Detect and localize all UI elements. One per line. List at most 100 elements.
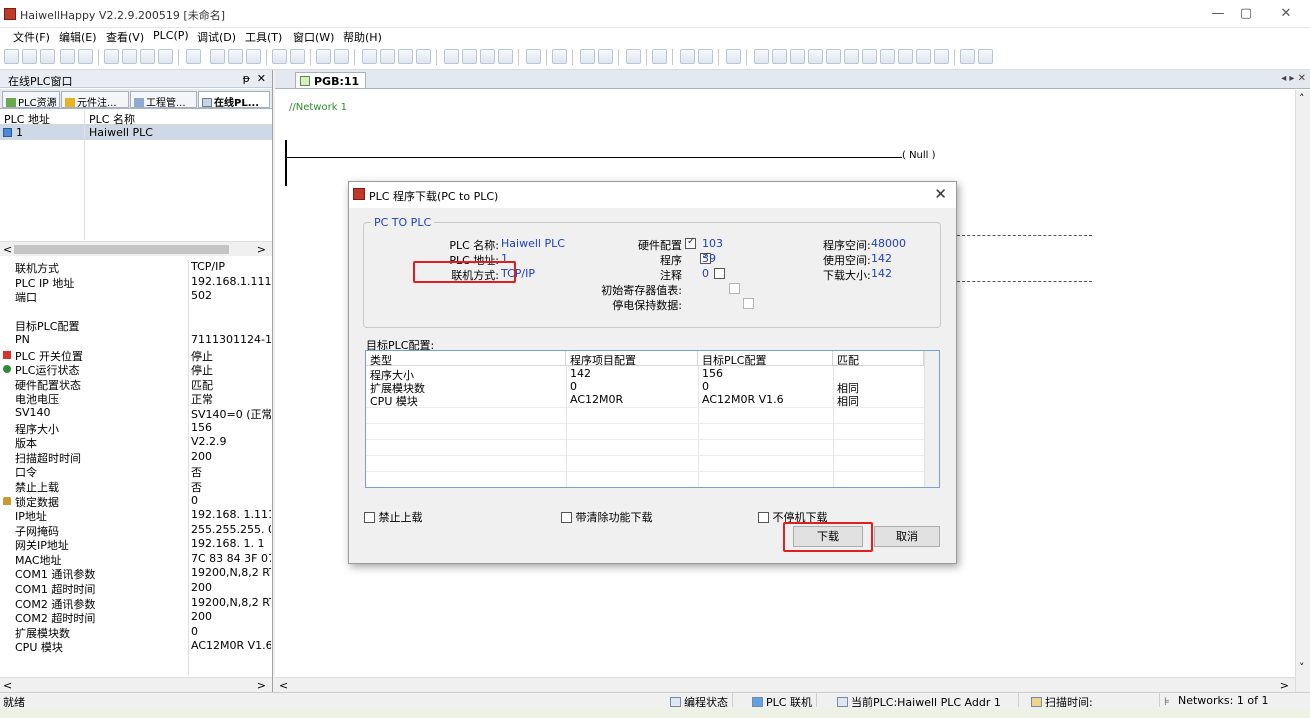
function-block-icon[interactable] [934,49,949,64]
property-row[interactable]: COM1 通讯参数 19200,N,8,2 RTU [0,566,272,581]
scroll-right-icon[interactable]: > [257,679,266,692]
find-icon[interactable] [290,49,305,64]
properties-icon[interactable] [726,49,741,64]
vertical-line-icon[interactable] [826,49,841,64]
property-row[interactable]: MAC地址 7C 83 84 3F 07 6 [0,552,272,567]
open-icon[interactable] [40,49,55,64]
dialog-close-icon[interactable]: ✕ [934,185,947,203]
delete-rung-icon[interactable] [978,49,993,64]
help-icon[interactable] [526,49,541,64]
property-row[interactable]: 端口 502 [0,289,272,304]
hw-config-checkbox[interactable] [685,236,696,249]
save-icon[interactable] [60,49,75,64]
unlock-icon[interactable] [698,49,713,64]
users-icon[interactable] [444,49,459,64]
copy-icon[interactable] [380,49,395,64]
scroll-left-icon[interactable]: < [279,679,288,692]
property-row[interactable]: 程序大小 156 [0,421,272,436]
table-vscrollbar[interactable] [924,351,939,487]
cancel-button[interactable]: 取消 [874,526,940,547]
tab-nav-arrows[interactable]: ◂ ▸ ✕ [1281,73,1306,84]
forbid-upload-option[interactable]: 禁止上载 [364,509,423,525]
horizontal-line-icon[interactable] [844,49,859,64]
comment-checkbox[interactable] [714,268,725,279]
new-icon[interactable] [4,49,19,64]
lock-icon[interactable] [680,49,695,64]
property-row[interactable]: SV140 SV140=0 (正常) [0,406,272,421]
contact-no-icon[interactable] [754,49,769,64]
init-register-checkbox[interactable] [728,283,740,294]
undo-icon[interactable] [316,49,331,64]
set-coil-icon[interactable] [880,49,895,64]
property-row[interactable]: 锁定数据 0 [0,494,272,509]
edit-icon[interactable] [272,49,287,64]
property-row[interactable]: 口令 否 [0,464,272,479]
tab-online-plc[interactable]: 在线PL... [198,91,270,108]
menu-plc[interactable]: PLC(P) [153,29,189,42]
property-row[interactable]: COM2 超时时间 200 [0,610,272,625]
menu-debug[interactable]: 调试(D) [197,29,236,45]
forbid-upload-checkbox[interactable] [364,512,375,523]
export-icon[interactable] [158,49,173,64]
grid-icon[interactable] [498,49,513,64]
tool-icon[interactable] [580,49,595,64]
col-project-config[interactable]: 程序项目配置 [566,351,698,367]
close-window-button[interactable]: ✕ [1268,3,1304,25]
property-row[interactable]: 版本 V2.2.9 [0,435,272,450]
close-icon[interactable]: ✕ [257,72,266,85]
col-type[interactable]: 类型 [366,351,566,367]
property-row[interactable]: 网关IP地址 192.168. 1. 1 [0,537,272,552]
property-row[interactable]: 禁止上载 否 [0,479,272,494]
editor-vscrollbar[interactable]: ˄ ˅ [1295,90,1310,692]
property-row[interactable]: PLC运行状态 停止 [0,362,272,377]
tab-pgb11[interactable]: PGB:11 [295,72,367,89]
tab-element-notes[interactable]: 元件注... [61,91,129,108]
property-row[interactable]: 目标PLC配置 [0,318,272,333]
monitor-icon[interactable] [246,49,261,64]
contact-nc-icon[interactable] [772,49,787,64]
network-icon[interactable] [462,49,477,64]
print-icon[interactable] [122,49,137,64]
chart-icon[interactable] [652,49,667,64]
scroll-right-icon[interactable]: > [257,243,266,256]
editor-hscrollbar[interactable]: < > [275,677,1295,692]
download-icon[interactable] [210,49,225,64]
property-row[interactable]: 扩展模块数 0 [0,625,272,640]
insert-rung-icon[interactable] [960,49,975,64]
scroll-left-icon[interactable]: < [3,679,12,692]
property-row[interactable]: COM1 超时时间 200 [0,581,272,596]
maximize-button[interactable]: ▢ [1228,3,1264,25]
new-project-icon[interactable] [22,49,37,64]
upload-icon[interactable] [228,49,243,64]
redo-icon[interactable] [334,49,349,64]
menu-help[interactable]: 帮助(H) [343,29,382,45]
nostop-download-checkbox[interactable] [758,512,769,523]
page-setup-icon[interactable] [140,49,155,64]
table-icon[interactable] [626,49,641,64]
property-row[interactable]: COM2 通讯参数 19200,N,8,2 RTU [0,596,272,611]
property-row[interactable]: PLC IP 地址 192.168.1.111 [0,275,272,290]
coil-icon[interactable] [862,49,877,64]
scroll-up-icon[interactable]: ˄ [1299,92,1305,105]
scrollbar-thumb[interactable] [14,245,229,254]
null-coil[interactable]: ( Null ) [902,150,936,161]
rung-wire[interactable] [287,157,902,158]
property-row[interactable] [0,304,272,319]
property-row[interactable]: 硬件配置状态 匹配 [0,377,272,392]
property-row[interactable]: PLC 开关位置 停止 [0,348,272,363]
contact-falling-icon[interactable] [808,49,823,64]
paste-icon[interactable] [398,49,413,64]
clear-download-option[interactable]: 带清除功能下载 [561,509,653,525]
property-row[interactable]: 联机方式 TCP/IP [0,260,272,275]
menu-tools[interactable]: 工具(T) [245,29,282,45]
menu-file[interactable]: 文件(F) [13,29,50,45]
plc-list-row[interactable]: 1 Haiwell PLC [0,125,272,140]
delete-icon[interactable] [416,49,431,64]
tab-plc-resources[interactable]: PLC资源 [2,91,60,108]
cut-icon[interactable] [362,49,377,64]
comment-icon[interactable] [552,49,567,64]
col-match[interactable]: 匹配 [833,351,924,367]
instruction-icon[interactable] [916,49,931,64]
print-preview-icon[interactable] [104,49,119,64]
property-row[interactable]: 子网掩码 255.255.255. 0 [0,523,272,538]
